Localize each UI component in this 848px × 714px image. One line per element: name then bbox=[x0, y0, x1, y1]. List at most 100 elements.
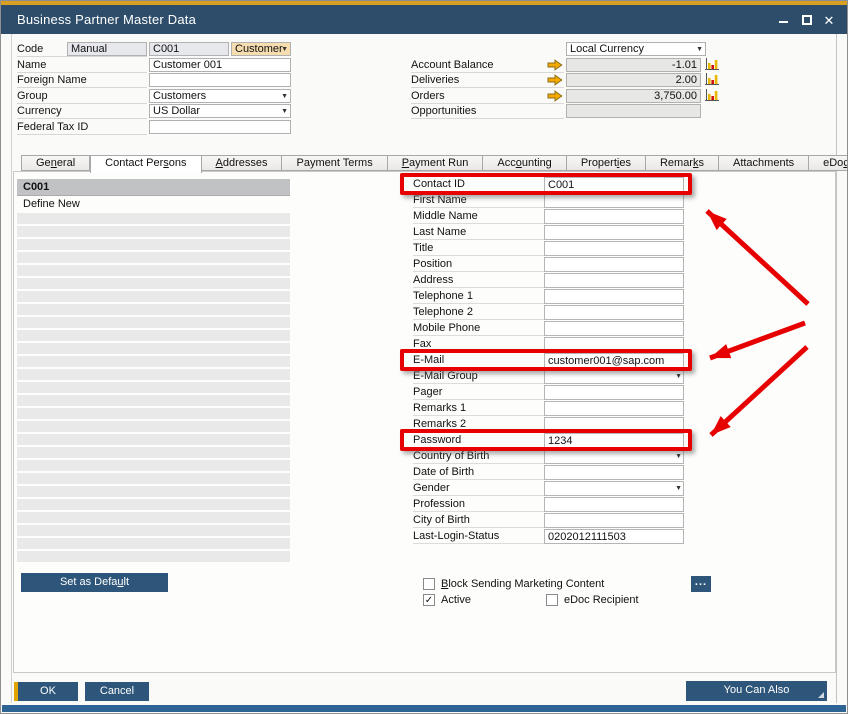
contact-field-pager[interactable] bbox=[544, 385, 684, 400]
tab-remarks[interactable]: Remarks bbox=[646, 155, 719, 171]
chart-icon[interactable] bbox=[705, 89, 719, 102]
close-icon[interactable]: ✕ bbox=[821, 13, 837, 29]
chevron-down-icon[interactable]: ▼ bbox=[281, 108, 288, 115]
orders-value: 3,750.00 bbox=[566, 89, 701, 103]
contact-field-telephone-2[interactable] bbox=[544, 305, 684, 320]
contact-field-country-of-birth[interactable] bbox=[544, 449, 684, 464]
federal-tax-id-field[interactable] bbox=[149, 120, 291, 134]
contact-label-date-of-birth: Date of Birth bbox=[413, 465, 544, 480]
contact-field-fax[interactable] bbox=[544, 337, 684, 352]
opportunities-value bbox=[566, 104, 701, 118]
code-value-field[interactable]: C001 bbox=[149, 42, 229, 56]
contact-row-remarks-2: Remarks 2 bbox=[409, 417, 685, 433]
chevron-down-icon[interactable]: ▼ bbox=[281, 46, 288, 53]
link-arrow-icon[interactable] bbox=[547, 59, 563, 71]
tab-payment-terms[interactable]: Payment Terms bbox=[282, 155, 387, 171]
edoc-recipient-checkbox[interactable] bbox=[546, 594, 558, 606]
tab-contact-persons[interactable]: Contact Persons bbox=[90, 155, 201, 173]
tab-properties[interactable]: Properties bbox=[567, 155, 646, 171]
chart-icon[interactable] bbox=[705, 58, 719, 71]
contact-list-empty-row bbox=[17, 304, 290, 315]
field-label-account-balance: Account Balance bbox=[411, 58, 564, 73]
chevron-down-icon[interactable]: ▼ bbox=[675, 453, 682, 460]
tab-edocs[interactable]: eDocs bbox=[809, 155, 848, 171]
contact-field-address[interactable] bbox=[544, 273, 684, 288]
contact-field-remarks-1[interactable] bbox=[544, 401, 684, 416]
chart-icon[interactable] bbox=[705, 73, 719, 86]
chevron-down-icon[interactable]: ▼ bbox=[675, 485, 682, 492]
contact-persons-list: C001Define New bbox=[17, 179, 290, 563]
bp-type-select[interactable]: Customer▼ bbox=[231, 42, 291, 56]
ok-button[interactable]: OK bbox=[14, 682, 78, 701]
window-titlebar[interactable]: Business Partner Master Data ✕ bbox=[1, 5, 847, 34]
cancel-button[interactable]: Cancel bbox=[85, 682, 149, 701]
field-label-opportunities: Opportunities bbox=[411, 104, 564, 119]
contact-field-remarks-2[interactable] bbox=[544, 417, 684, 432]
tab-general[interactable]: General bbox=[21, 155, 90, 171]
contact-field-middle-name[interactable] bbox=[544, 209, 684, 224]
contact-list-item-c001[interactable]: C001 bbox=[17, 179, 290, 196]
block-marketing-checkbox[interactable] bbox=[423, 578, 435, 590]
name-field[interactable]: Customer 001 bbox=[149, 58, 291, 72]
chevron-down-icon[interactable]: ▼ bbox=[281, 93, 288, 100]
you-can-also-button[interactable]: You Can Also bbox=[686, 681, 827, 701]
window-title: Business Partner Master Data bbox=[17, 5, 196, 34]
contact-list-empty-row bbox=[17, 382, 290, 393]
contact-field-gender[interactable] bbox=[544, 481, 684, 496]
link-arrow-icon[interactable] bbox=[547, 90, 563, 102]
contact-list-empty-row bbox=[17, 226, 290, 237]
contact-list-item-define-new[interactable]: Define New bbox=[17, 196, 290, 213]
maximize-icon[interactable] bbox=[799, 13, 815, 29]
contact-field-e-mail-group[interactable] bbox=[544, 369, 684, 384]
foreign-name-field[interactable] bbox=[149, 73, 291, 87]
contact-field-position[interactable] bbox=[544, 257, 684, 272]
tab-payment-run[interactable]: Payment Run bbox=[388, 155, 484, 171]
contact-row-fax: Fax bbox=[409, 337, 685, 353]
set-as-default-button[interactable]: Set as Default bbox=[21, 573, 168, 592]
display-currency-select[interactable]: Local Currency▼ bbox=[566, 42, 706, 56]
contact-label-middle-name: Middle Name bbox=[413, 209, 544, 224]
contact-field-contact-id[interactable]: C001 bbox=[544, 177, 684, 192]
minimize-icon[interactable] bbox=[775, 13, 791, 29]
group-select[interactable]: Customers▼ bbox=[149, 89, 291, 103]
contact-row-middle-name: Middle Name bbox=[409, 209, 685, 225]
contact-field-e-mail[interactable]: customer001@sap.com bbox=[544, 353, 684, 368]
tab-addresses[interactable]: Addresses bbox=[202, 155, 283, 171]
contact-list-empty-row bbox=[17, 460, 290, 471]
contact-field-last-login-status[interactable]: 0202012111503 bbox=[544, 529, 684, 544]
code-series-field[interactable]: Manual bbox=[67, 42, 147, 56]
contact-list-empty-row bbox=[17, 239, 290, 250]
link-arrow-icon[interactable] bbox=[547, 74, 563, 86]
contact-label-e-mail: E-Mail bbox=[413, 353, 544, 368]
contact-field-city-of-birth[interactable] bbox=[544, 513, 684, 528]
contact-label-title: Title bbox=[413, 241, 544, 256]
contact-field-telephone-1[interactable] bbox=[544, 289, 684, 304]
contact-list-empty-row bbox=[17, 447, 290, 458]
contact-field-profession[interactable] bbox=[544, 497, 684, 512]
contact-field-first-name[interactable] bbox=[544, 193, 684, 208]
chevron-down-icon[interactable]: ▼ bbox=[675, 373, 682, 380]
contact-label-last-login-status: Last-Login-Status bbox=[413, 529, 544, 544]
chevron-down-icon[interactable]: ▼ bbox=[696, 46, 703, 53]
contact-field-last-name[interactable] bbox=[544, 225, 684, 240]
contact-field-password[interactable]: 1234 bbox=[544, 433, 684, 448]
contact-list-empty-row bbox=[17, 291, 290, 302]
contact-label-telephone-1: Telephone 1 bbox=[413, 289, 544, 304]
more-options-button[interactable]: ... bbox=[691, 576, 711, 592]
contact-field-mobile-phone[interactable] bbox=[544, 321, 684, 336]
contact-row-country-of-birth: Country of Birth▼ bbox=[409, 449, 685, 465]
contact-row-password: Password1234 bbox=[409, 433, 685, 449]
contact-row-last-name: Last Name bbox=[409, 225, 685, 241]
currency-select[interactable]: US Dollar▼ bbox=[149, 104, 291, 118]
contact-field-title[interactable] bbox=[544, 241, 684, 256]
contact-row-date-of-birth: Date of Birth bbox=[409, 465, 685, 481]
tab-attachments[interactable]: Attachments bbox=[719, 155, 809, 171]
contact-row-e-mail-group: E-Mail Group▼ bbox=[409, 369, 685, 385]
contact-field-date-of-birth[interactable] bbox=[544, 465, 684, 480]
field-label-currency: Currency bbox=[17, 104, 147, 119]
contact-list-empty-row bbox=[17, 486, 290, 497]
active-checkbox[interactable]: ✓ bbox=[423, 594, 435, 606]
contact-list-empty-row bbox=[17, 538, 290, 549]
contact-label-fax: Fax bbox=[413, 337, 544, 352]
tab-accounting[interactable]: Accounting bbox=[483, 155, 566, 171]
